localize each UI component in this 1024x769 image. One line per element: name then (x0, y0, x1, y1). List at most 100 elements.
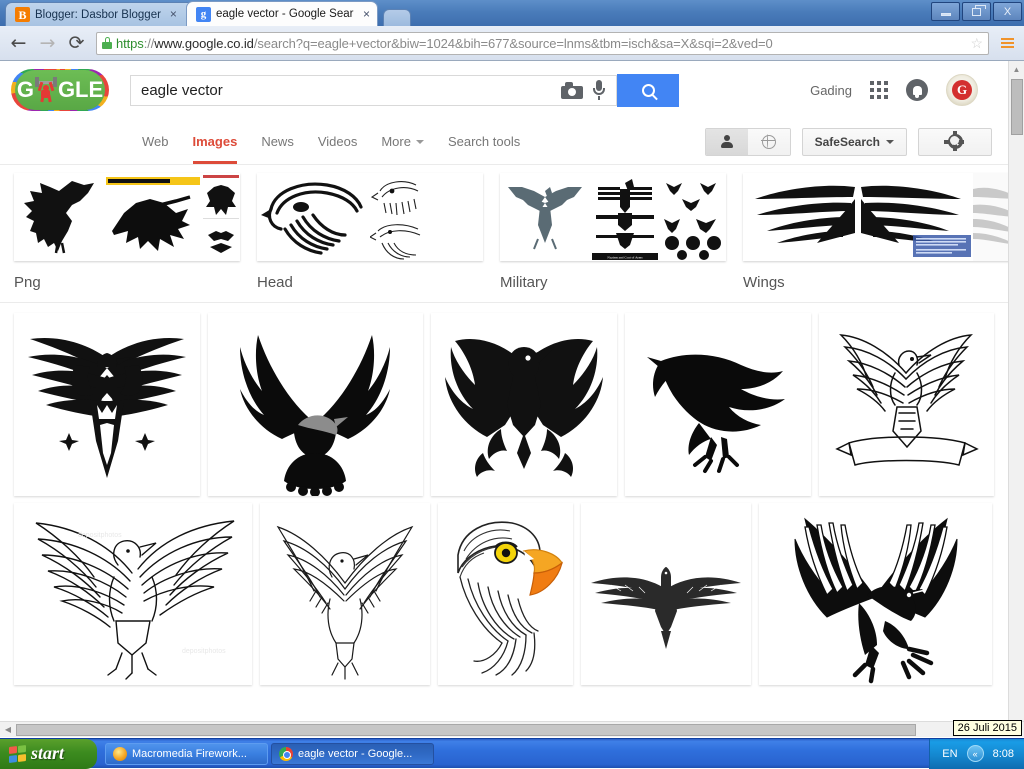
tab-search-tools[interactable]: Search tools (436, 119, 532, 164)
tab-more[interactable]: More (369, 119, 436, 164)
new-tab-button[interactable] (383, 9, 411, 26)
close-icon[interactable]: × (360, 8, 373, 21)
settings-button[interactable] (918, 128, 992, 156)
browser-tab-strip: B Blogger: Dasbor Blogger × g eagle vect… (0, 0, 1024, 26)
result-image-10[interactable] (759, 503, 992, 685)
result-image-2[interactable] (208, 313, 423, 496)
nav-tab-label: Videos (318, 134, 358, 149)
avatar-initial: G (952, 80, 972, 100)
tab-title: Blogger: Dasbor Blogger (35, 9, 161, 21)
web-results-button[interactable] (748, 129, 790, 155)
eagle-flight-lineart-image: depositphotos depositphotos (14, 503, 252, 685)
result-image-3[interactable] (431, 313, 617, 496)
image-results-grid: depositphotos depositphotos (0, 303, 1008, 685)
eagle-head-line-thumb (257, 173, 370, 261)
svg-text:depositphotos: depositphotos (78, 532, 122, 539)
search-input[interactable]: eagle vector (130, 75, 617, 106)
url-separator: :// (144, 36, 155, 51)
related-search-png[interactable]: Png (14, 173, 240, 296)
restore-button[interactable] (962, 2, 991, 21)
chevron-down-icon (416, 140, 424, 144)
svg-text:depositphotos: depositphotos (182, 648, 226, 655)
tab-videos[interactable]: Videos (306, 119, 370, 164)
system-tray: EN « 8:08 (929, 739, 1024, 769)
view-toggle-group (705, 128, 791, 156)
taskbar-button-fireworks[interactable]: Macromedia Firework... (105, 743, 268, 765)
tab-news[interactable]: News (249, 119, 306, 164)
microphone-icon[interactable] (591, 80, 607, 100)
browser-tab-blogger[interactable]: B Blogger: Dasbor Blogger × (5, 2, 195, 26)
horizontal-scroll-thumb[interactable] (16, 724, 916, 736)
window-controls: X (931, 2, 1022, 21)
notifications-bell-icon[interactable] (906, 79, 928, 101)
safesearch-button[interactable]: SafeSearch (802, 128, 907, 156)
taskbar-button-chrome[interactable]: eagle vector - Google... (271, 743, 434, 765)
scroll-up-arrow[interactable]: ▲ (1009, 61, 1024, 77)
related-search-head[interactable]: Head (257, 173, 483, 296)
military-eagle-thumb (500, 173, 590, 261)
language-indicator[interactable]: EN (942, 748, 957, 760)
tab-web[interactable]: Web (130, 119, 181, 164)
eagle-sketch-wings-up-image (260, 503, 430, 685)
tab-title: eagle vector - Google Search (216, 8, 354, 20)
eagle-outspread-wings-image (581, 503, 751, 685)
result-image-6[interactable]: depositphotos depositphotos (14, 503, 252, 685)
reload-button[interactable]: ⟳ (64, 31, 89, 56)
heraldic-eagle-shield-image (14, 313, 200, 496)
gothic-heraldic-eagle-image (431, 313, 617, 496)
related-thumbnails (257, 173, 483, 261)
doodle-inner: G GLE (15, 70, 105, 110)
eagle-attacking-talons-image (759, 503, 992, 685)
tab-images[interactable]: Images (181, 119, 250, 164)
related-search-wings[interactable]: Wings (743, 173, 1023, 296)
eagle-swooping-silhouette-image (625, 313, 811, 496)
globe-icon (762, 135, 776, 149)
clock[interactable]: 8:08 (993, 748, 1014, 760)
avatar[interactable]: G (946, 74, 978, 106)
doodle-letter-right: GLE (58, 77, 103, 103)
bookmark-star-icon[interactable]: ☆ (964, 35, 983, 52)
google-doodle-logo[interactable]: G GLE (12, 70, 108, 110)
result-image-1[interactable] (14, 313, 200, 496)
url-text: https://www.google.co.id/search?q=eagle+… (116, 36, 773, 51)
browser-tab-google-search[interactable]: g eagle vector - Google Search × (186, 1, 378, 26)
eagle-with-banner-line-art-image (819, 313, 994, 496)
result-image-8[interactable] (438, 503, 573, 685)
forward-button[interactable]: → (35, 31, 60, 56)
eagle-wings-thumb (743, 173, 973, 261)
close-icon[interactable]: × (167, 8, 180, 21)
horizontal-scrollbar[interactable]: ◀ (0, 721, 1024, 737)
eagle-head-sketch-thumb-1 (370, 173, 426, 217)
header-right-cluster: Gading G (810, 74, 996, 106)
result-image-9[interactable] (581, 503, 751, 685)
account-name[interactable]: Gading (810, 83, 852, 98)
nav-tab-label: News (261, 134, 294, 149)
minimize-button[interactable] (931, 2, 960, 21)
apps-grid-icon[interactable] (870, 81, 888, 99)
camera-icon[interactable] (561, 82, 583, 99)
chrome-menu-icon[interactable] (996, 32, 1018, 55)
chrome-browser-window: B Blogger: Dasbor Blogger × g eagle vect… (0, 0, 1024, 738)
bald-eagle-head-color-image (438, 503, 573, 685)
related-searches-strip: Png (0, 165, 1008, 303)
lock-icon (102, 37, 112, 49)
military-insignia-thumb: Nazism and Coat of Arms (590, 173, 660, 261)
eagle-vector-thumb (104, 173, 202, 261)
personal-results-button[interactable] (706, 129, 748, 155)
result-image-7[interactable] (260, 503, 430, 685)
result-image-4[interactable] (625, 313, 811, 496)
close-button[interactable]: X (993, 2, 1022, 21)
back-button[interactable]: ← (6, 31, 31, 56)
related-search-label: Military (500, 261, 726, 291)
vertical-scrollbar[interactable]: ▲ (1008, 61, 1024, 721)
search-button[interactable] (617, 74, 679, 107)
result-image-5[interactable] (819, 313, 994, 496)
start-button[interactable]: start (0, 739, 97, 769)
related-search-military[interactable]: Nazism and Coat of Arms (500, 173, 726, 296)
address-bar[interactable]: https://www.google.co.id/search?q=eagle+… (96, 32, 989, 55)
browser-toolbar: ← → ⟳ https://www.google.co.id/search?q=… (0, 26, 1024, 61)
vertical-scroll-thumb[interactable] (1011, 79, 1023, 135)
url-path: /search?q=eagle+vector&biw=1024&bih=677&… (254, 36, 773, 51)
scroll-left-arrow[interactable]: ◀ (0, 722, 16, 738)
tray-expand-chevron-icon[interactable]: « (967, 745, 984, 762)
